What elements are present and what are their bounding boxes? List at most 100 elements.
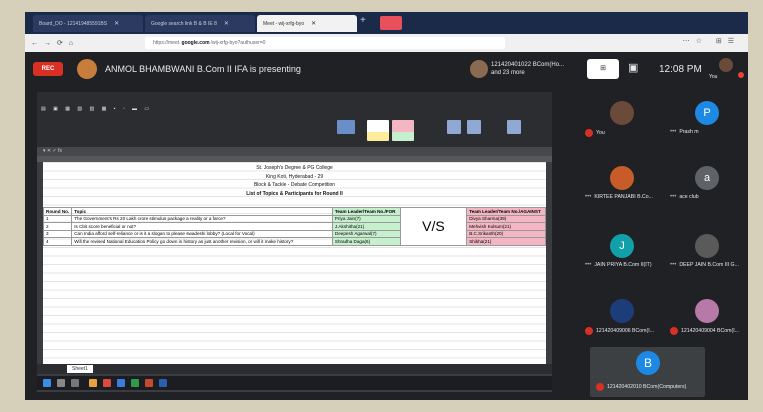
navigation-icons[interactable]: ←→⟳⌂ [31, 39, 79, 47]
url-prefix: https://meet. [153, 40, 181, 46]
audio-level-icon: ••• [670, 262, 677, 268]
heading-line: King Koti, Hyderabad - 29 [265, 173, 324, 180]
presenting-text: ANMOL BHAMBWANI B.Com II IFA is presenti… [105, 64, 301, 74]
sheet-heading: St. Joseph's Degree & PG College King Ko… [43, 164, 546, 198]
new-tab-icon[interactable]: + [360, 15, 366, 26]
mic-off-icon [738, 72, 744, 78]
for-cell: Deepesh Agarwal(7) [331, 229, 401, 238]
extension-icon[interactable] [380, 16, 402, 30]
recording-badge: REC [33, 62, 63, 76]
participant-avatar [610, 101, 634, 125]
topic-cell: Is Cbit score beneficial or not? [71, 222, 333, 231]
topics-table: Round No. Topic Team Leader/Team No./FOR… [43, 207, 546, 246]
participant-tile[interactable]: P ••• Prash m [670, 97, 745, 142]
meet-header: REC ANMOL BHAMBWANI B.Com II IFA is pres… [25, 52, 748, 86]
app-icon[interactable] [103, 379, 111, 387]
browser-tab-3[interactable]: Meet - wij-xrfg-byo ✕ [257, 15, 357, 32]
participant-name: 121420409004 BCom(I... [681, 328, 739, 334]
mic-off-icon [585, 327, 593, 335]
table-row: 4 Will the revised National Education Po… [43, 237, 546, 246]
column-header: Team Leader/Team No./FOR [331, 207, 401, 216]
toolbar-icons[interactable]: ⋯☆ ⊞☰ [683, 37, 740, 45]
style-good[interactable] [392, 132, 414, 141]
participant-tile[interactable]: ••• DEEP JAIN B.Com III G... [670, 230, 745, 275]
close-icon[interactable]: ✕ [224, 20, 229, 27]
topic-cell: Will the revised National Education Poli… [71, 237, 333, 246]
browser-tab-bar: Board_DO - 121419485591BS ✕ Google search… [25, 12, 748, 34]
powerpoint-icon[interactable] [145, 379, 153, 387]
participant-tile[interactable]: a ••• ace club [670, 162, 745, 207]
tab-label: Meet - wij-xrfg-byo [263, 20, 305, 27]
participant-tile[interactable]: 121420409004 BCom(I... [670, 295, 745, 340]
participant-avatar: P [695, 101, 719, 125]
topic-cell: Can India afford self-reliance or is it … [71, 229, 333, 238]
screen-share-icon[interactable]: ▣ [628, 61, 638, 74]
participant-label: ••• JAIN PRIYA B.Com II(IT) [585, 262, 669, 268]
participant-name: 121420402010 BCom(Computers) [607, 384, 687, 390]
caller-avatar [470, 60, 488, 78]
participant-name: KIRTEE PANJABI B.Co... [594, 194, 653, 200]
audio-level-icon: ••• [670, 129, 677, 135]
taskview-icon[interactable] [71, 379, 79, 387]
participant-tile[interactable]: B 121420402010 BCom(Computers) [590, 347, 705, 397]
url-field[interactable]: https://meet. google.com/wij-xrfg-byo?aut… [145, 37, 505, 49]
participant-tile[interactable]: J ••• JAIN PRIYA B.Com II(IT) [585, 230, 660, 275]
audio-level-icon: ••• [585, 194, 592, 200]
audio-level-icon: ••• [670, 194, 677, 200]
close-icon[interactable]: ✕ [114, 20, 119, 27]
formula-bar[interactable]: ▾ ✕ ✓ fx [37, 147, 552, 156]
explorer-icon[interactable] [89, 379, 97, 387]
against-cell: Divya Sharma(39) [466, 214, 546, 223]
word-icon[interactable] [159, 379, 167, 387]
windows-taskbar [37, 376, 552, 390]
sheet-tab[interactable]: Sheet1 [67, 365, 93, 373]
heading-line: St. Joseph's Degree & PG College [256, 165, 333, 171]
insert-icon[interactable] [447, 120, 461, 134]
layout-icon[interactable]: ⊞ [587, 59, 619, 79]
delete-icon[interactable] [467, 120, 481, 134]
participant-label: ••• KIRTEE PANJABI B.Co... [585, 194, 669, 200]
participant-name: JAIN PRIYA B.Com II(IT) [594, 262, 652, 268]
for-cell: Priya Jain(7) [331, 214, 401, 223]
browser-tab-2[interactable]: Google search link B & B IE 8 ✕ [145, 15, 255, 32]
browser-tab-1[interactable]: Board_DO - 121419485591BS ✕ [33, 15, 143, 32]
caller-line-2: and 23 more [491, 70, 525, 76]
style-neutral[interactable] [367, 132, 389, 141]
for-cell: J.Akshitha(21) [331, 222, 401, 231]
round-cell: 3 [43, 229, 73, 238]
column-header: Team Leader/Team No./AGAINST [466, 207, 546, 216]
mic-off-icon [585, 129, 593, 137]
table-row: 3 Can India afford self-reliance or is i… [43, 229, 546, 238]
heading-line: List of Topics & Participants for Round … [246, 190, 343, 197]
participant-tile[interactable]: ••• KIRTEE PANJABI B.Co... [585, 162, 660, 207]
participant-label: You [585, 129, 669, 137]
participant-avatar: a [695, 166, 719, 190]
audio-level-icon: ••• [585, 262, 592, 268]
participant-avatar [695, 299, 719, 323]
ribbon-menu: ▤ ▣ ▦ ▧ ▨ ▩ ▪ ▫ ▬ ▭ [41, 106, 150, 112]
clock: 12:08 PM [659, 64, 702, 75]
vs-label: V/S [399, 207, 468, 246]
participant-tile[interactable]: 121420409006 BCom(I... [585, 295, 660, 340]
table-row: 1 The Government's Rs 20 Lakh crore stim… [43, 214, 546, 223]
conditional-format-icon[interactable] [337, 120, 355, 134]
participant-label: 121420409004 BCom(I... [670, 327, 748, 335]
app-icon[interactable] [117, 379, 125, 387]
participant-label: ••• Prash m [670, 129, 748, 135]
participants-summary[interactable]: 121420401022 BCom(Ho... and 23 more [491, 61, 571, 77]
start-icon[interactable] [43, 379, 51, 387]
against-cell: B.C.Srikanth(20) [466, 229, 546, 238]
address-bar: ←→⟳⌂ https://meet. google.com/wij-xrfg-by… [25, 34, 748, 52]
participant-tile[interactable]: You [585, 97, 660, 142]
participant-label: ••• DEEP JAIN B.Com III G... [670, 262, 748, 268]
self-avatar[interactable] [719, 58, 733, 72]
excel-icon[interactable] [131, 379, 139, 387]
for-cell: Shradha Daga(6) [331, 237, 401, 246]
spreadsheet-grid[interactable]: St. Joseph's Degree & PG College King Ko… [43, 162, 546, 364]
close-icon[interactable]: ✕ [311, 20, 316, 27]
sort-icon[interactable] [507, 120, 521, 134]
participant-avatar [610, 299, 634, 323]
participant-avatar: B [636, 351, 660, 375]
search-icon[interactable] [57, 379, 65, 387]
round-cell: 4 [43, 237, 73, 246]
